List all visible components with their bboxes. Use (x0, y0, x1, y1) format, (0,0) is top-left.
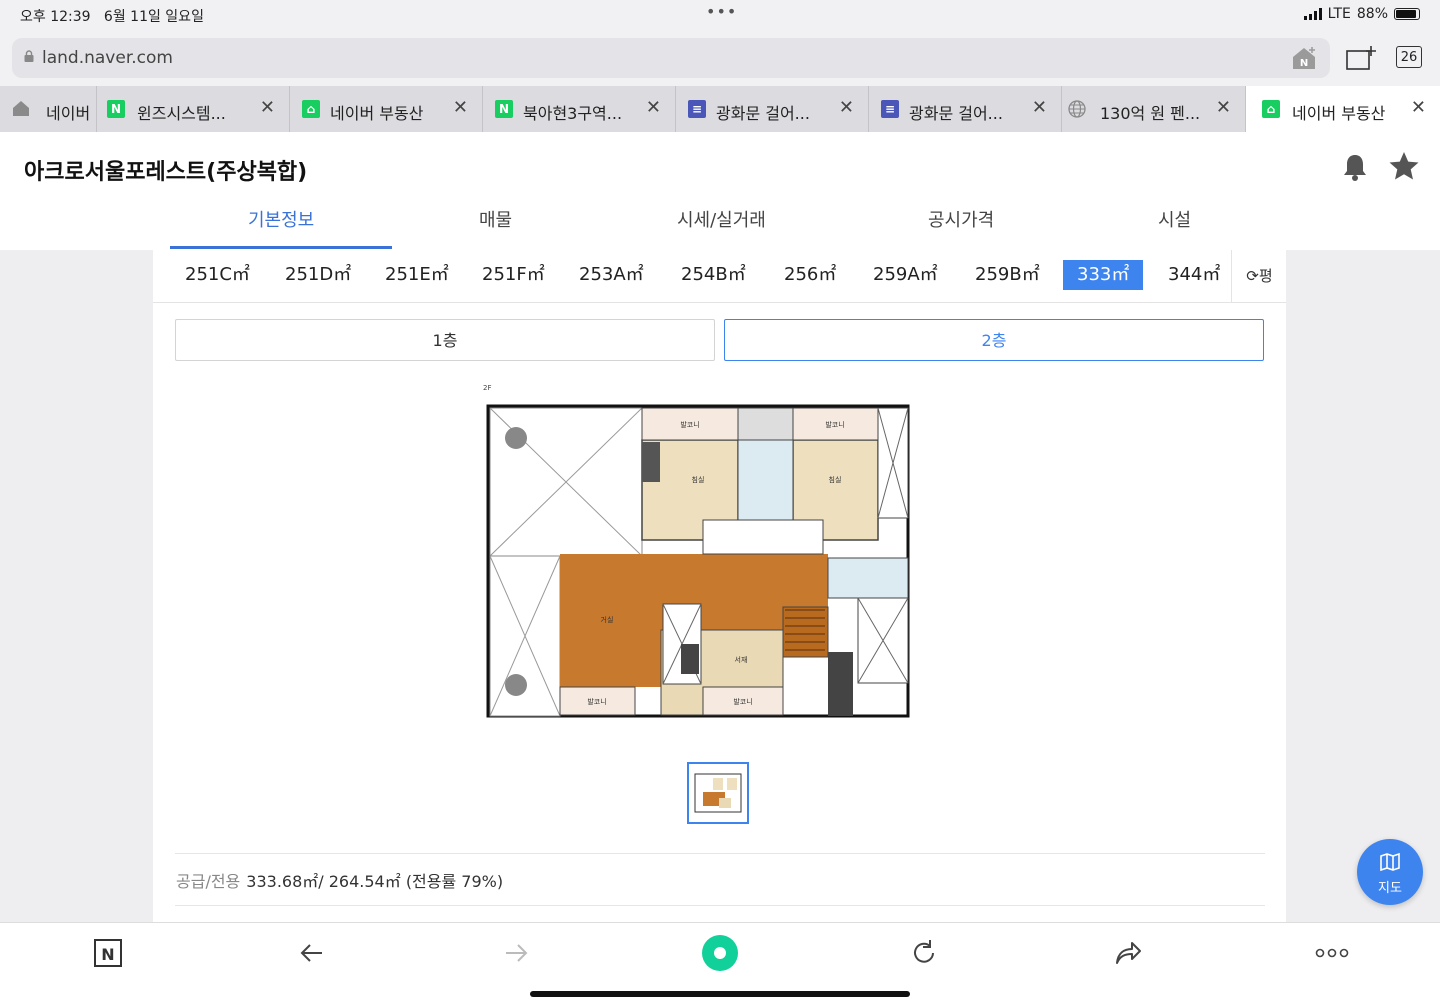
browser-tab-1[interactable]: N 윈즈시스템... ✕ (97, 86, 290, 132)
battery-percent: 88% (1356, 6, 1388, 22)
size-option[interactable]: 254B㎡ (679, 260, 748, 290)
tab-facilities[interactable]: 시설 (1158, 206, 1191, 232)
browser-tab-4[interactable]: ≡ 광화문 걸어... ✕ (676, 86, 869, 132)
size-option[interactable]: 253A㎡ (577, 260, 646, 290)
plan-floor-label: 2F (483, 384, 491, 392)
plan-label-living: 거실 (601, 615, 614, 624)
naver-land-icon: ⌂ (1262, 100, 1280, 118)
refresh-icon[interactable] (908, 937, 940, 969)
area-info: 공급/전용 333.68㎡/ 264.54㎡ (전용률 79%) (176, 872, 504, 891)
map-button[interactable]: 지도 (1357, 839, 1423, 905)
status-bar: 오후 12:39 6월 11일 일요일 ••• LTE 88% (0, 0, 1440, 30)
floor-1-button[interactable]: 1층 (175, 319, 715, 361)
area-value: 333.68㎡/ 264.54㎡ (전용률 79%) (246, 872, 504, 891)
close-tab-icon[interactable]: ✕ (453, 97, 468, 118)
divider (175, 853, 1265, 854)
plan-label-balcony: 발코니 (680, 420, 699, 429)
svg-text:N: N (1300, 58, 1308, 69)
home-icon (13, 101, 29, 116)
lock-icon (24, 50, 34, 62)
naver-n-icon: N (495, 100, 513, 118)
divider (175, 905, 1265, 906)
signal-icon (1303, 8, 1322, 20)
unit-toggle-button[interactable]: ⟳평 (1231, 250, 1287, 302)
tab-public-price[interactable]: 공시가격 (928, 206, 994, 232)
more-icon[interactable] (1314, 937, 1350, 969)
home-indicator (530, 991, 910, 997)
document-icon: ≡ (688, 100, 706, 118)
floorplan-thumbnail-image (694, 773, 742, 813)
plan-label-balcony: 발코니 (733, 697, 752, 706)
plan-label-balcony: 발코니 (587, 697, 606, 706)
tab-bar: 네이버 N 윈즈시스템... ✕ ⌂ 네이버 부동산 ✕ N 북아현3구역...… (0, 86, 1440, 133)
url-text: land.naver.com (42, 48, 173, 68)
tab-count-button[interactable]: 26 (1396, 46, 1422, 68)
new-tab-icon[interactable] (1346, 45, 1376, 71)
size-option[interactable]: 251F㎡ (480, 260, 547, 290)
floor-2-button[interactable]: 2층 (724, 319, 1264, 361)
size-option[interactable]: 251D㎡ (283, 260, 353, 290)
naver-home-icon[interactable]: N (92, 937, 124, 969)
naver-home-icon[interactable]: N (1290, 45, 1318, 71)
tab-listings[interactable]: 매물 (479, 206, 512, 232)
network-label: LTE (1327, 6, 1351, 22)
active-tab-indicator (170, 246, 392, 249)
address-field[interactable]: land.naver.com N (12, 38, 1330, 78)
size-option[interactable]: 259B㎡ (973, 260, 1042, 290)
url-bar: land.naver.com N 26 (0, 30, 1440, 86)
document-icon: ≡ (881, 100, 899, 118)
bottom-toolbar: N (0, 922, 1440, 1007)
plan-label-bedroom: 침실 (829, 475, 842, 484)
plan-label-bedroom: 침실 (692, 475, 705, 484)
floorplan-thumbnail[interactable] (687, 762, 749, 824)
star-icon[interactable] (1388, 150, 1420, 182)
close-tab-icon[interactable]: ✕ (260, 97, 275, 118)
svg-text:N: N (101, 945, 114, 964)
naver-land-icon: ⌂ (302, 100, 320, 118)
size-option[interactable]: 344㎡ (1166, 260, 1222, 290)
close-tab-icon[interactable]: ✕ (839, 97, 854, 118)
close-tab-icon[interactable]: ✕ (1216, 97, 1231, 118)
multitask-dots[interactable]: ••• (706, 2, 737, 21)
plan-label-balcony: 발코니 (825, 420, 844, 429)
size-option[interactable]: 256㎡ (782, 260, 838, 290)
size-selector: 251C㎡ 251D㎡ 251E㎡ 251F㎡ 253A㎡ 254B㎡ 256㎡… (153, 250, 1286, 303)
page-title: 아크로서울포레스트(주상복합) (24, 160, 308, 185)
green-dot-icon[interactable] (700, 933, 740, 973)
tab-price-transactions[interactable]: 시세/실거래 (677, 206, 766, 232)
plan-label-study: 서재 (735, 655, 748, 664)
browser-tab-7[interactable]: ⌂ 네이버 부동산 ✕ (1246, 86, 1440, 132)
browser-tab-5[interactable]: ≡ 광화문 걸어... ✕ (869, 86, 1062, 132)
floor-plan-image: 2F 발코니 발코니 침실 침실 거실 서재 발코니 발코니 (483, 384, 910, 718)
refresh-icon: ⟳ (1246, 267, 1259, 285)
globe-icon (1068, 100, 1086, 118)
naver-n-icon: N (107, 100, 125, 118)
browser-tab-3[interactable]: N 북아현3구역... ✕ (483, 86, 676, 132)
size-option[interactable]: 251C㎡ (183, 260, 252, 290)
bell-icon[interactable] (1342, 152, 1368, 182)
map-icon (1380, 852, 1400, 872)
page-header: 아크로서울포레스트(주상복합) 기본정보 매물 시세/실거래 공시가격 시설 (0, 132, 1440, 251)
browser-tab-0[interactable]: 네이버 (0, 86, 97, 132)
back-arrow-icon[interactable] (296, 937, 328, 969)
close-tab-icon[interactable]: ✕ (1032, 97, 1047, 118)
size-option[interactable]: 251E㎡ (383, 260, 451, 290)
floorplan-panel: 251C㎡ 251D㎡ 251E㎡ 251F㎡ 253A㎡ 254B㎡ 256㎡… (153, 250, 1286, 922)
battery-icon (1394, 8, 1420, 20)
status-time: 오후 12:39 6월 11일 일요일 (20, 9, 204, 25)
browser-tab-2[interactable]: ⌂ 네이버 부동산 ✕ (290, 86, 483, 132)
size-option-selected[interactable]: 333㎡ (1063, 260, 1144, 290)
browser-tab-6[interactable]: 130억 원 펜... ✕ (1062, 86, 1246, 132)
forward-arrow-icon[interactable] (500, 937, 532, 969)
size-option[interactable]: 259A㎡ (871, 260, 940, 290)
close-tab-icon[interactable]: ✕ (1411, 97, 1426, 118)
share-icon[interactable] (1112, 937, 1144, 969)
tab-basic-info[interactable]: 기본정보 (248, 206, 314, 232)
close-tab-icon[interactable]: ✕ (646, 97, 661, 118)
